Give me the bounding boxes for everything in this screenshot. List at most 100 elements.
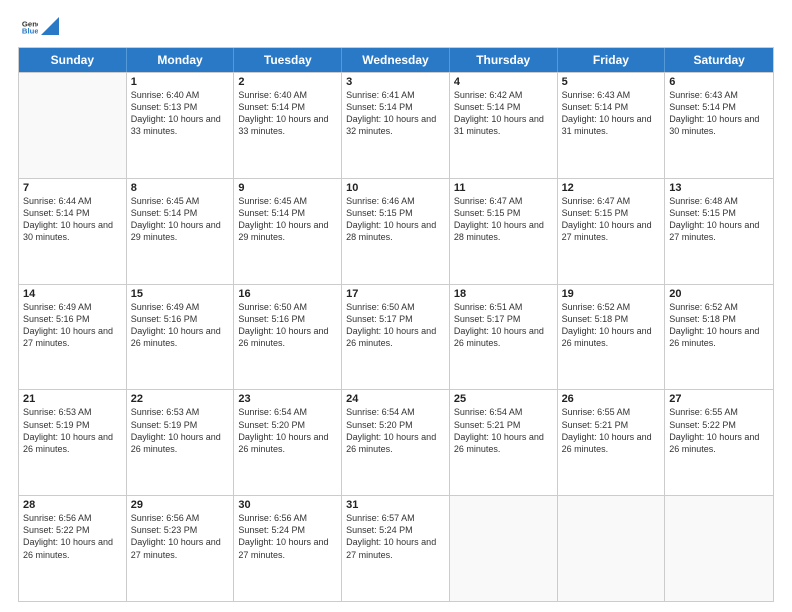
day-number: 19 [562, 288, 661, 300]
day-info: Sunrise: 6:50 AM Sunset: 5:17 PM Dayligh… [346, 301, 445, 350]
cal-cell-1-7: 6Sunrise: 6:43 AM Sunset: 5:14 PM Daylig… [665, 73, 773, 178]
day-info: Sunrise: 6:53 AM Sunset: 5:19 PM Dayligh… [23, 406, 122, 455]
calendar-row-5: 28Sunrise: 6:56 AM Sunset: 5:22 PM Dayli… [19, 495, 773, 601]
header-day-thursday: Thursday [450, 48, 558, 72]
cal-cell-4-4: 24Sunrise: 6:54 AM Sunset: 5:20 PM Dayli… [342, 390, 450, 495]
cal-cell-1-6: 5Sunrise: 6:43 AM Sunset: 5:14 PM Daylig… [558, 73, 666, 178]
cal-cell-4-2: 22Sunrise: 6:53 AM Sunset: 5:19 PM Dayli… [127, 390, 235, 495]
logo-icon: General Blue [20, 18, 38, 36]
cal-cell-3-7: 20Sunrise: 6:52 AM Sunset: 5:18 PM Dayli… [665, 285, 773, 390]
cal-cell-5-7 [665, 496, 773, 601]
day-number: 3 [346, 76, 445, 88]
cal-cell-3-1: 14Sunrise: 6:49 AM Sunset: 5:16 PM Dayli… [19, 285, 127, 390]
cal-cell-1-4: 3Sunrise: 6:41 AM Sunset: 5:14 PM Daylig… [342, 73, 450, 178]
day-info: Sunrise: 6:54 AM Sunset: 5:20 PM Dayligh… [238, 406, 337, 455]
day-info: Sunrise: 6:46 AM Sunset: 5:15 PM Dayligh… [346, 195, 445, 244]
logo-triangle-icon [41, 17, 59, 35]
day-number: 18 [454, 288, 553, 300]
day-number: 5 [562, 76, 661, 88]
cal-cell-5-4: 31Sunrise: 6:57 AM Sunset: 5:24 PM Dayli… [342, 496, 450, 601]
day-number: 4 [454, 76, 553, 88]
day-number: 30 [238, 499, 337, 511]
day-number: 2 [238, 76, 337, 88]
day-number: 1 [131, 76, 230, 88]
cal-cell-1-2: 1Sunrise: 6:40 AM Sunset: 5:13 PM Daylig… [127, 73, 235, 178]
header-day-saturday: Saturday [665, 48, 773, 72]
day-number: 10 [346, 182, 445, 194]
calendar-row-2: 7Sunrise: 6:44 AM Sunset: 5:14 PM Daylig… [19, 178, 773, 284]
svg-text:Blue: Blue [22, 26, 38, 35]
day-number: 17 [346, 288, 445, 300]
day-info: Sunrise: 6:47 AM Sunset: 5:15 PM Dayligh… [454, 195, 553, 244]
day-info: Sunrise: 6:43 AM Sunset: 5:14 PM Dayligh… [669, 89, 769, 138]
cal-cell-2-4: 10Sunrise: 6:46 AM Sunset: 5:15 PM Dayli… [342, 179, 450, 284]
day-number: 14 [23, 288, 122, 300]
cal-cell-3-4: 17Sunrise: 6:50 AM Sunset: 5:17 PM Dayli… [342, 285, 450, 390]
header: General Blue [18, 18, 774, 41]
cal-cell-3-6: 19Sunrise: 6:52 AM Sunset: 5:18 PM Dayli… [558, 285, 666, 390]
header-day-wednesday: Wednesday [342, 48, 450, 72]
day-info: Sunrise: 6:57 AM Sunset: 5:24 PM Dayligh… [346, 512, 445, 561]
day-info: Sunrise: 6:52 AM Sunset: 5:18 PM Dayligh… [562, 301, 661, 350]
cal-cell-5-6 [558, 496, 666, 601]
calendar-row-4: 21Sunrise: 6:53 AM Sunset: 5:19 PM Dayli… [19, 389, 773, 495]
day-number: 13 [669, 182, 769, 194]
day-info: Sunrise: 6:56 AM Sunset: 5:22 PM Dayligh… [23, 512, 122, 561]
day-number: 27 [669, 393, 769, 405]
header-day-monday: Monday [127, 48, 235, 72]
cal-cell-2-6: 12Sunrise: 6:47 AM Sunset: 5:15 PM Dayli… [558, 179, 666, 284]
day-info: Sunrise: 6:55 AM Sunset: 5:21 PM Dayligh… [562, 406, 661, 455]
day-info: Sunrise: 6:56 AM Sunset: 5:23 PM Dayligh… [131, 512, 230, 561]
day-number: 31 [346, 499, 445, 511]
cal-cell-5-1: 28Sunrise: 6:56 AM Sunset: 5:22 PM Dayli… [19, 496, 127, 601]
day-info: Sunrise: 6:48 AM Sunset: 5:15 PM Dayligh… [669, 195, 769, 244]
day-number: 29 [131, 499, 230, 511]
day-number: 28 [23, 499, 122, 511]
cal-cell-4-5: 25Sunrise: 6:54 AM Sunset: 5:21 PM Dayli… [450, 390, 558, 495]
calendar-row-1: 1Sunrise: 6:40 AM Sunset: 5:13 PM Daylig… [19, 72, 773, 178]
day-info: Sunrise: 6:43 AM Sunset: 5:14 PM Dayligh… [562, 89, 661, 138]
calendar-row-3: 14Sunrise: 6:49 AM Sunset: 5:16 PM Dayli… [19, 284, 773, 390]
cal-cell-2-2: 8Sunrise: 6:45 AM Sunset: 5:14 PM Daylig… [127, 179, 235, 284]
day-info: Sunrise: 6:53 AM Sunset: 5:19 PM Dayligh… [131, 406, 230, 455]
day-number: 26 [562, 393, 661, 405]
logo: General Blue [18, 18, 59, 41]
day-number: 12 [562, 182, 661, 194]
page: General Blue SundayMondayTuesdayWednesda… [0, 0, 792, 612]
calendar-body: 1Sunrise: 6:40 AM Sunset: 5:13 PM Daylig… [19, 72, 773, 601]
day-number: 23 [238, 393, 337, 405]
cal-cell-3-3: 16Sunrise: 6:50 AM Sunset: 5:16 PM Dayli… [234, 285, 342, 390]
day-number: 16 [238, 288, 337, 300]
day-info: Sunrise: 6:50 AM Sunset: 5:16 PM Dayligh… [238, 301, 337, 350]
day-number: 9 [238, 182, 337, 194]
day-info: Sunrise: 6:40 AM Sunset: 5:14 PM Dayligh… [238, 89, 337, 138]
day-info: Sunrise: 6:45 AM Sunset: 5:14 PM Dayligh… [238, 195, 337, 244]
cal-cell-5-2: 29Sunrise: 6:56 AM Sunset: 5:23 PM Dayli… [127, 496, 235, 601]
cal-cell-4-3: 23Sunrise: 6:54 AM Sunset: 5:20 PM Dayli… [234, 390, 342, 495]
day-number: 15 [131, 288, 230, 300]
day-number: 25 [454, 393, 553, 405]
day-info: Sunrise: 6:42 AM Sunset: 5:14 PM Dayligh… [454, 89, 553, 138]
day-info: Sunrise: 6:41 AM Sunset: 5:14 PM Dayligh… [346, 89, 445, 138]
day-info: Sunrise: 6:54 AM Sunset: 5:20 PM Dayligh… [346, 406, 445, 455]
day-info: Sunrise: 6:54 AM Sunset: 5:21 PM Dayligh… [454, 406, 553, 455]
day-info: Sunrise: 6:45 AM Sunset: 5:14 PM Dayligh… [131, 195, 230, 244]
header-day-sunday: Sunday [19, 48, 127, 72]
cal-cell-4-1: 21Sunrise: 6:53 AM Sunset: 5:19 PM Dayli… [19, 390, 127, 495]
header-day-friday: Friday [558, 48, 666, 72]
header-day-tuesday: Tuesday [234, 48, 342, 72]
day-info: Sunrise: 6:55 AM Sunset: 5:22 PM Dayligh… [669, 406, 769, 455]
day-number: 22 [131, 393, 230, 405]
day-info: Sunrise: 6:44 AM Sunset: 5:14 PM Dayligh… [23, 195, 122, 244]
cal-cell-1-1 [19, 73, 127, 178]
cal-cell-2-3: 9Sunrise: 6:45 AM Sunset: 5:14 PM Daylig… [234, 179, 342, 284]
cal-cell-3-2: 15Sunrise: 6:49 AM Sunset: 5:16 PM Dayli… [127, 285, 235, 390]
calendar: SundayMondayTuesdayWednesdayThursdayFrid… [18, 47, 774, 602]
cal-cell-2-7: 13Sunrise: 6:48 AM Sunset: 5:15 PM Dayli… [665, 179, 773, 284]
day-number: 20 [669, 288, 769, 300]
calendar-header: SundayMondayTuesdayWednesdayThursdayFrid… [19, 48, 773, 72]
day-number: 7 [23, 182, 122, 194]
cal-cell-4-7: 27Sunrise: 6:55 AM Sunset: 5:22 PM Dayli… [665, 390, 773, 495]
day-info: Sunrise: 6:49 AM Sunset: 5:16 PM Dayligh… [23, 301, 122, 350]
day-info: Sunrise: 6:40 AM Sunset: 5:13 PM Dayligh… [131, 89, 230, 138]
